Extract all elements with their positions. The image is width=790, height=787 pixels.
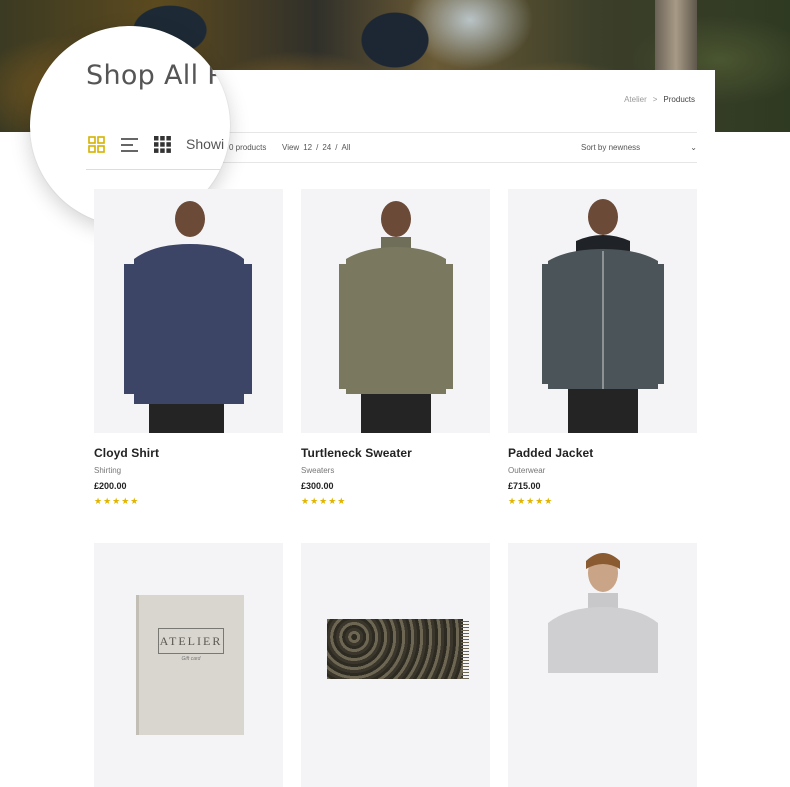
product-price: £200.00 — [94, 481, 127, 491]
book-title: ATELIER — [158, 628, 224, 654]
gift-card-book — [136, 595, 244, 735]
product-rating: ★★★★★ — [301, 496, 347, 506]
scarf-fringe — [461, 619, 469, 679]
product-image[interactable] — [508, 543, 697, 787]
product-image[interactable] — [94, 189, 283, 433]
page-title: Shop All Pro — [86, 60, 230, 91]
product-category[interactable]: Outerwear — [508, 466, 697, 475]
chevron-down-icon: ⌄ — [690, 143, 697, 152]
product-image[interactable]: ATELIER Gift card — [94, 543, 283, 787]
view-sep-1: / — [316, 143, 319, 152]
view-all[interactable]: All — [341, 143, 350, 152]
product-name[interactable]: Turtleneck Sweater — [301, 446, 490, 460]
layout-switcher — [88, 136, 171, 153]
grid-3x3-icon[interactable] — [154, 136, 171, 153]
product-card[interactable]: Padded Jacket Outerwear £715.00 ★★★★★ — [508, 189, 697, 507]
product-card[interactable] — [508, 543, 697, 787]
breadcrumb: Atelier > Products — [624, 95, 695, 104]
product-category[interactable]: Sweaters — [301, 466, 490, 475]
breadcrumb-current: Products — [663, 95, 695, 104]
grid-2x2-icon[interactable] — [88, 136, 105, 153]
book-subtitle: Gift card — [181, 656, 201, 662]
list-icon[interactable] — [121, 136, 138, 153]
breadcrumb-home[interactable]: Atelier — [624, 95, 647, 104]
product-name[interactable]: Padded Jacket — [508, 446, 697, 460]
product-card[interactable]: ATELIER Gift card — [94, 543, 283, 787]
product-image[interactable] — [508, 189, 697, 433]
scarf — [327, 619, 463, 679]
view-24[interactable]: 24 — [322, 143, 331, 152]
showing-text: Showi — [186, 136, 225, 152]
product-category[interactable]: Shirting — [94, 466, 283, 475]
product-rating: ★★★★★ — [508, 496, 554, 506]
product-card[interactable]: Turtleneck Sweater Sweaters £300.00 ★★★★… — [301, 189, 490, 507]
product-count: 0 products — [229, 143, 267, 152]
view-label: View — [282, 143, 300, 152]
product-card[interactable]: Cloyd Shirt Shirting £200.00 ★★★★★ — [94, 189, 283, 507]
product-name[interactable]: Cloyd Shirt — [94, 446, 283, 460]
view-sep-2: / — [335, 143, 338, 152]
toolbar-divider — [86, 169, 230, 170]
product-image[interactable] — [301, 189, 490, 433]
product-rating: ★★★★★ — [94, 496, 140, 506]
product-price: £300.00 — [301, 481, 334, 491]
product-price: £715.00 — [508, 481, 541, 491]
breadcrumb-separator: > — [652, 95, 658, 104]
view-12[interactable]: 12 — [303, 143, 312, 152]
sort-select[interactable]: Sort by newness ⌄ — [581, 143, 697, 152]
product-image[interactable] — [301, 543, 490, 787]
view-per-page: View 12 / 24 / All — [282, 143, 350, 152]
sort-label: Sort by newness — [581, 143, 641, 152]
product-card[interactable] — [301, 543, 490, 787]
